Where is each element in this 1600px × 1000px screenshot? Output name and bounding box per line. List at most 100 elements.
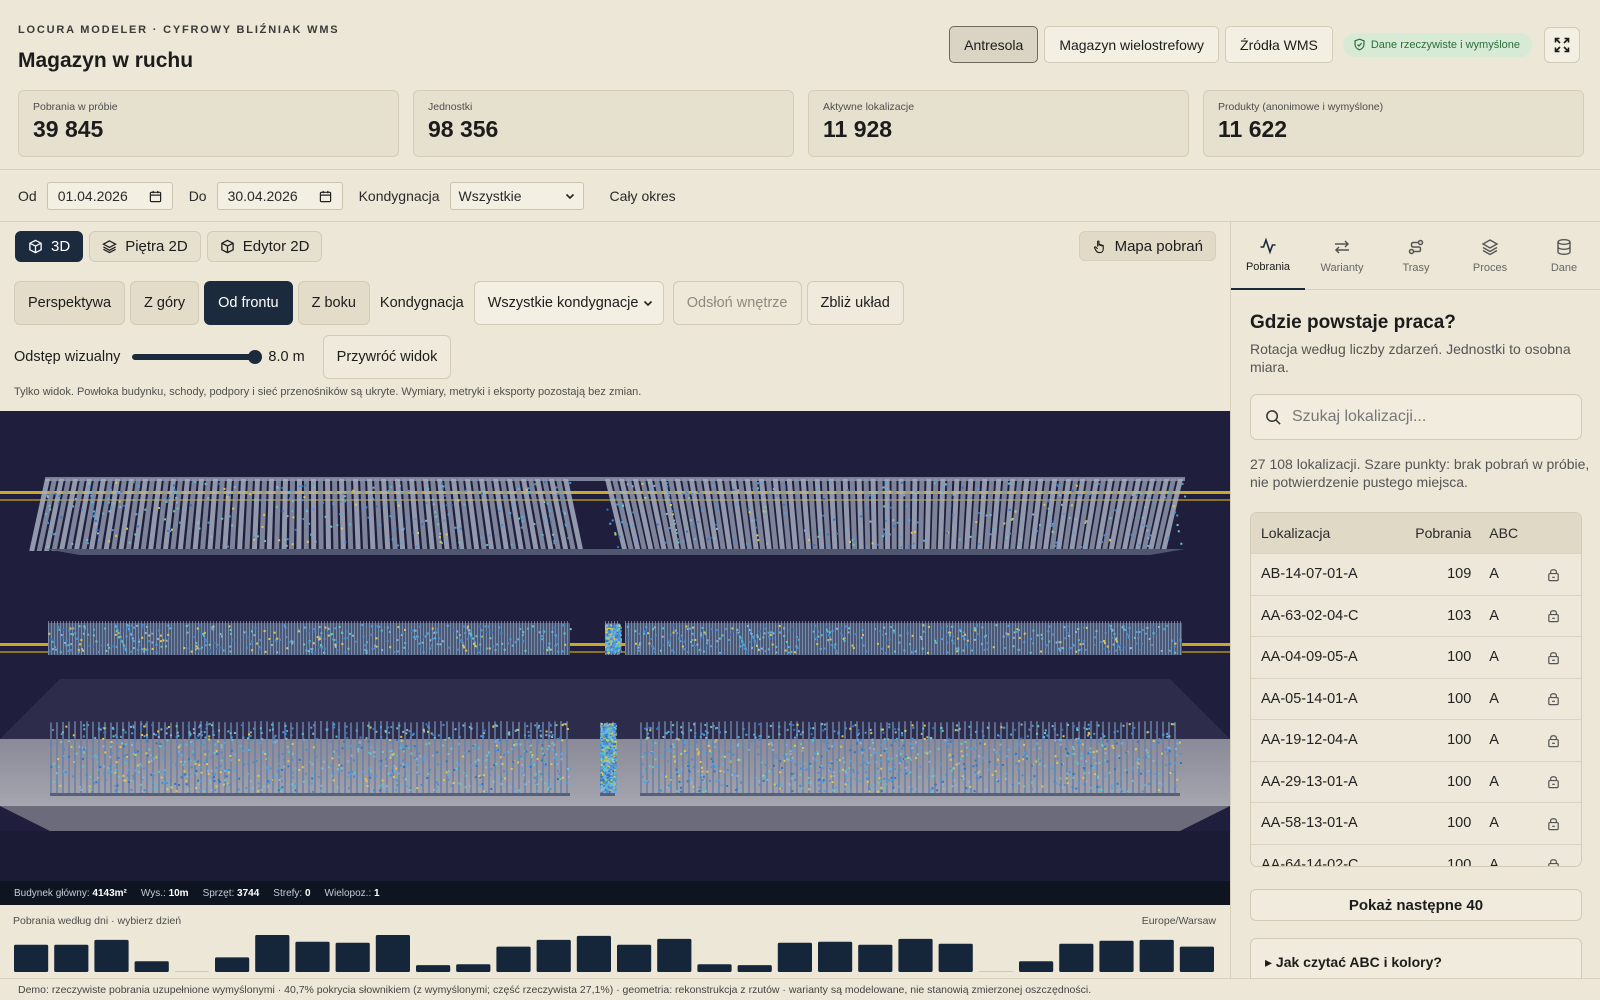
perspective-button[interactable]: Perspektywa <box>14 281 126 325</box>
daily-bar[interactable] <box>536 939 571 972</box>
wms-sources-button[interactable]: Źródła WMS <box>1225 26 1333 63</box>
table-row[interactable]: AA-05-14-01-A 100 A <box>1251 677 1581 720</box>
daily-bar[interactable] <box>1139 939 1174 972</box>
tab-data[interactable]: Dane <box>1527 222 1600 290</box>
daily-bar[interactable] <box>1099 940 1134 972</box>
warehouse-3d-scene[interactable] <box>0 411 1230 881</box>
side-view-button[interactable]: Z boku <box>297 281 370 325</box>
daily-bar[interactable] <box>657 938 692 972</box>
lock-button[interactable] <box>1526 733 1581 748</box>
daily-bar[interactable] <box>858 944 893 972</box>
tab-label: Pobrania <box>1245 261 1291 273</box>
column-picks[interactable]: Pobrania <box>1406 525 1471 541</box>
from-date-input[interactable]: 01.04.2026 <box>46 182 173 210</box>
daily-bar[interactable] <box>375 934 410 972</box>
daily-bar[interactable] <box>496 946 531 972</box>
lock-button[interactable] <box>1526 774 1581 789</box>
daily-bar[interactable] <box>938 943 973 972</box>
daily-bar-empty[interactable] <box>174 971 209 972</box>
daily-bar[interactable] <box>134 961 169 972</box>
location-code: AA-05-14-01-A <box>1261 690 1358 707</box>
search-icon <box>1266 409 1281 425</box>
lock-button[interactable] <box>1526 691 1581 706</box>
layers-icon <box>1481 239 1499 256</box>
abc-help-label: Jak czytać ABC i kolory? <box>1275 954 1442 970</box>
location-code: AB-14-07-01-A <box>1261 566 1358 583</box>
daily-bar[interactable] <box>14 944 49 972</box>
zoom-layout-button[interactable]: Zbliż układ <box>806 281 904 325</box>
lock-button[interactable] <box>1526 608 1581 623</box>
table-row[interactable]: AA-19-12-04-A 100 A <box>1251 719 1581 761</box>
table-row[interactable]: AA-04-09-05-A 100 A <box>1251 636 1581 678</box>
page-title: Magazyn w ruchu <box>18 49 194 72</box>
3d-viewport[interactable] <box>0 411 1230 881</box>
reset-view-button[interactable]: Przywróć widok <box>322 335 452 379</box>
daily-bar[interactable] <box>617 944 652 972</box>
daily-bars[interactable] <box>13 933 1219 972</box>
tab-3d[interactable]: 3D <box>15 231 84 262</box>
camera-level-select[interactable]: Wszystkie kondygnacje <box>473 281 664 325</box>
tab-floors-2d[interactable]: Piętra 2D <box>89 231 201 262</box>
daily-bar[interactable] <box>737 965 772 972</box>
daily-bar[interactable] <box>1059 943 1094 972</box>
daily-bar[interactable] <box>54 944 89 972</box>
whole-period-button[interactable]: Cały okres <box>610 188 676 204</box>
tab-process[interactable]: Proces <box>1453 222 1527 290</box>
column-abc[interactable]: ABC <box>1471 525 1526 541</box>
show-more-button[interactable]: Pokaż następne 40 <box>1250 889 1582 921</box>
daily-bar-empty[interactable] <box>978 971 1013 972</box>
daily-bar[interactable] <box>1179 946 1214 972</box>
top-view-button[interactable]: Z góry <box>130 281 200 325</box>
header-actions: Antresola Magazyn wielostrefowy Źródła W… <box>949 26 1580 63</box>
daily-bar[interactable] <box>255 934 290 972</box>
daily-bar[interactable] <box>94 939 129 972</box>
view-hint: Tylko widok. Powłoka budynku, schody, po… <box>14 386 642 398</box>
multizone-warehouse-button[interactable]: Magazyn wielostrefowy <box>1044 26 1220 63</box>
kpi-value: 98 356 <box>428 116 499 142</box>
tab-routes[interactable]: Trasy <box>1379 222 1453 290</box>
table-row[interactable]: AA-64-14-02-C 100 A <box>1251 843 1581 866</box>
column-location[interactable]: Lokalizacja <box>1251 525 1406 541</box>
table-header: Lokalizacja Pobrania ABC <box>1251 513 1581 553</box>
daily-bar[interactable] <box>295 941 330 972</box>
lock-button[interactable] <box>1526 816 1581 831</box>
daily-bar[interactable] <box>1019 961 1054 972</box>
table-row[interactable]: AB-14-07-01-A 109 A <box>1251 553 1581 595</box>
heatmap-button[interactable]: Mapa pobrań <box>1078 231 1216 261</box>
daily-bar[interactable] <box>697 964 732 972</box>
info-zones: Strefy: 0 <box>273 887 311 899</box>
table-row[interactable]: AA-58-13-01-A 100 A <box>1251 802 1581 844</box>
to-date-input[interactable]: 30.04.2026 <box>216 182 343 210</box>
daily-bar[interactable] <box>456 964 491 972</box>
footer-note: Demo: rzeczywiste pobrania uzupełnione w… <box>0 978 1600 1000</box>
antresola-button[interactable]: Antresola <box>949 26 1039 63</box>
main-panel: 3D Piętra 2D Edytor 2D Mapa pobrań Persp… <box>0 222 1230 990</box>
visual-gap-slider[interactable] <box>132 350 263 364</box>
daily-bar[interactable] <box>215 957 250 972</box>
lock-button[interactable] <box>1526 567 1581 582</box>
tab-picks[interactable]: Pobrania <box>1231 222 1305 290</box>
timezone-label: Europe/Warsaw <box>1141 915 1216 927</box>
slider-handle[interactable] <box>248 350 263 364</box>
table-row[interactable]: AA-29-13-01-A 100 A <box>1251 760 1581 803</box>
reveal-interior-button[interactable]: Odsłoń wnętrze <box>672 281 802 325</box>
tab-editor-2d[interactable]: Edytor 2D <box>206 231 323 262</box>
location-search-input[interactable]: Szukaj lokalizacji... <box>1250 394 1582 440</box>
daily-bar[interactable] <box>335 942 370 972</box>
table-row[interactable]: AA-63-02-04-C 103 A <box>1251 594 1581 637</box>
daily-bar[interactable] <box>818 941 853 972</box>
tab-variants[interactable]: Warianty <box>1305 222 1379 290</box>
daily-bar[interactable] <box>576 935 611 972</box>
lock-button[interactable] <box>1526 857 1581 866</box>
daily-bar[interactable] <box>777 942 812 972</box>
kpi-label: Aktywne lokalizacje <box>823 101 915 113</box>
daily-bar[interactable] <box>416 965 451 972</box>
kpi-label: Pobrania w próbie <box>33 101 118 113</box>
level-select[interactable]: Wszystkie <box>449 182 584 210</box>
front-view-button[interactable]: Od frontu <box>204 281 293 325</box>
fullscreen-button[interactable] <box>1544 26 1580 63</box>
picks-count: 100 <box>1447 773 1472 790</box>
daily-bar[interactable] <box>898 938 933 972</box>
abc-help-toggle[interactable]: ▸ Jak czytać ABC i kolory? <box>1250 938 1582 978</box>
lock-button[interactable] <box>1526 650 1581 665</box>
